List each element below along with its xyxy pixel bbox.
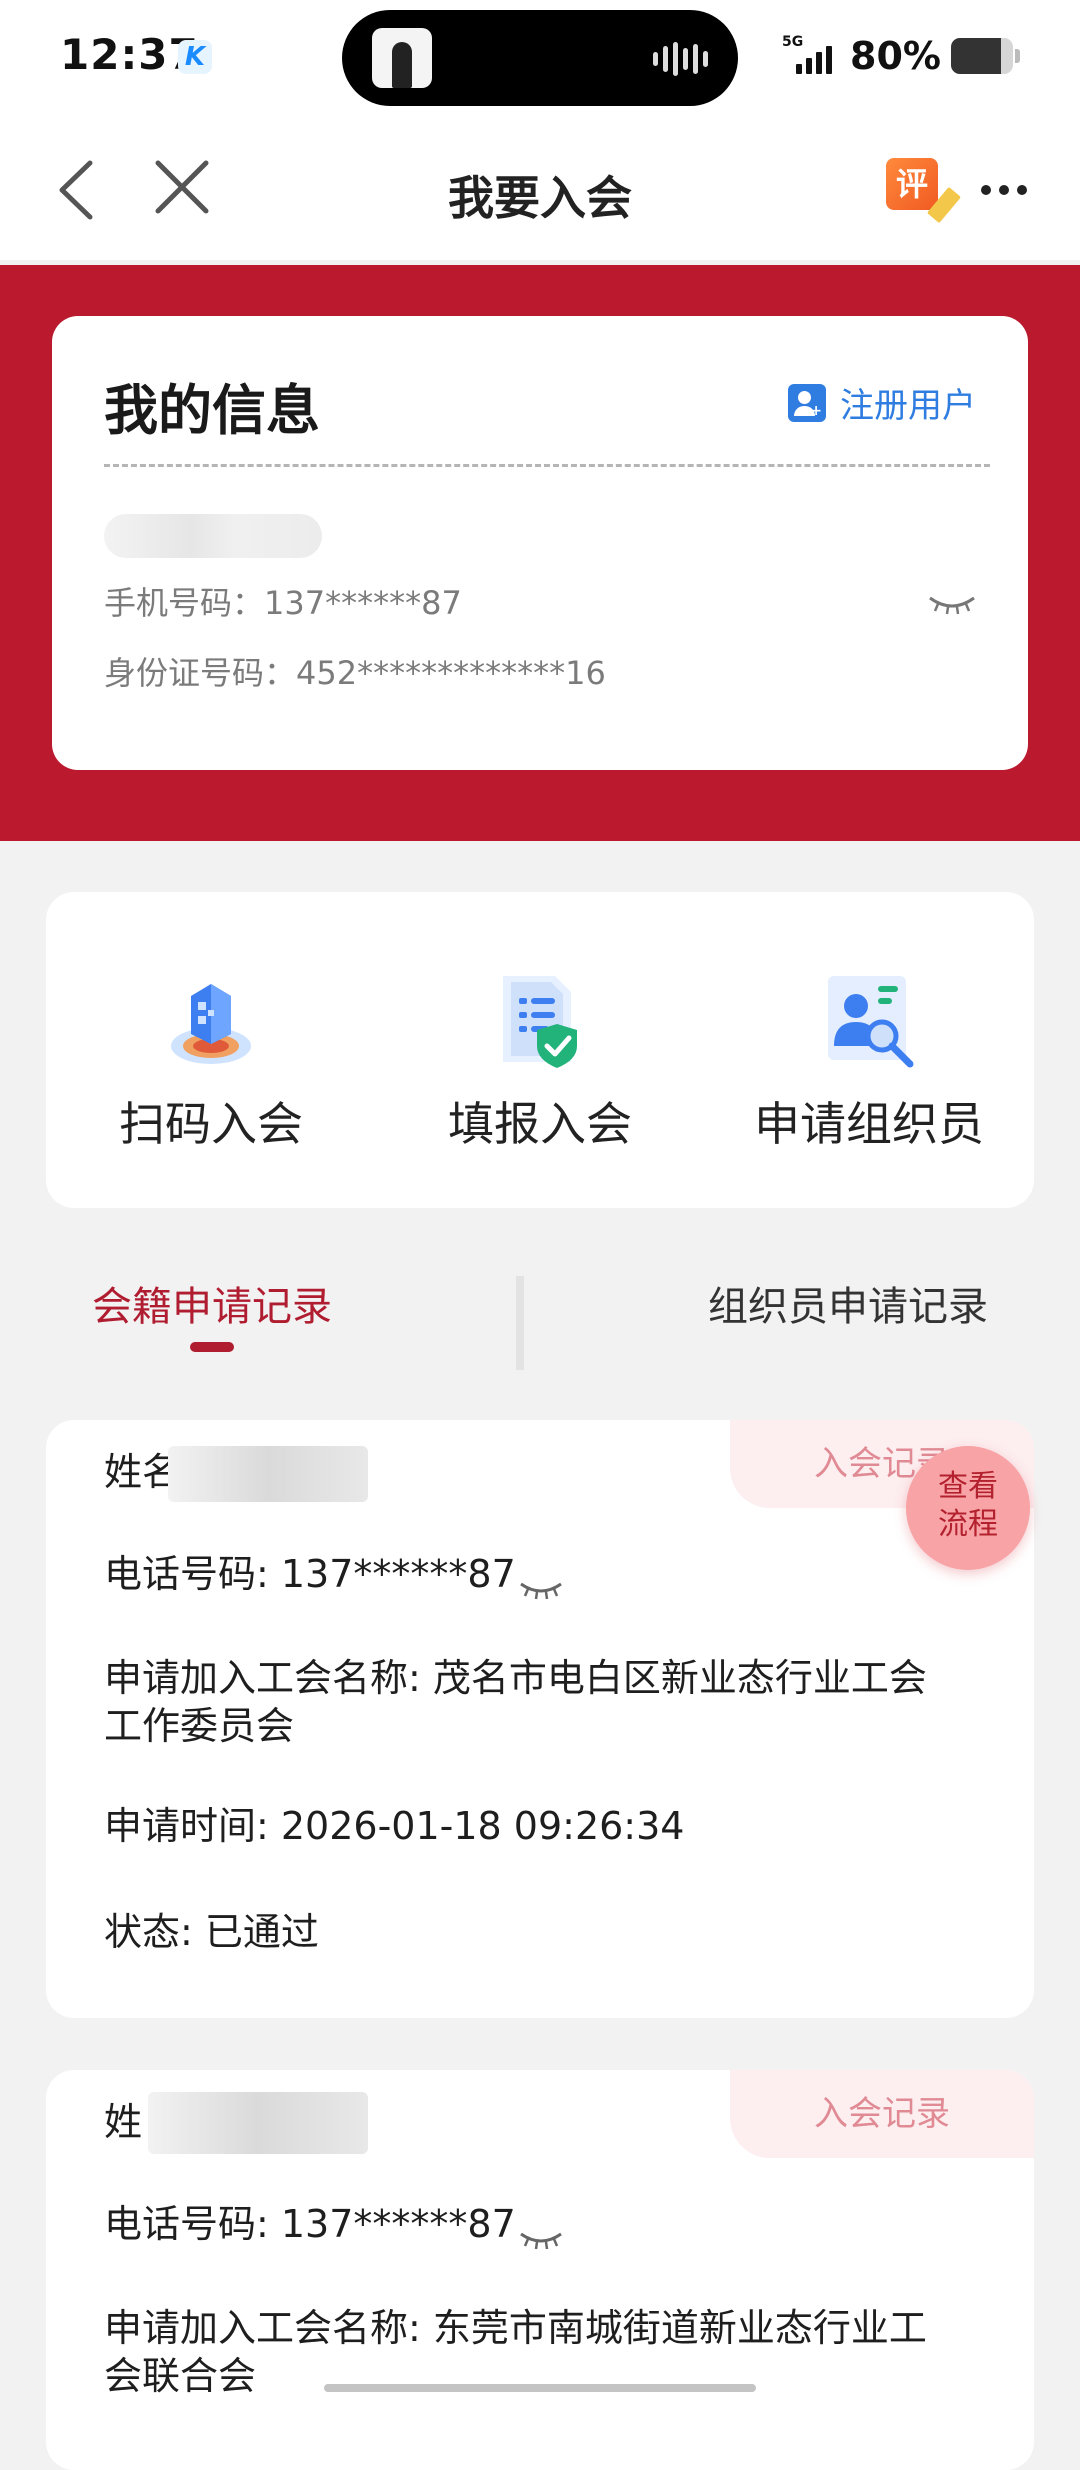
divider [104,464,990,467]
eye-closed-icon[interactable] [926,592,978,616]
my-info-title: 我的信息 [104,379,320,442]
app-notification-icon: K [178,40,212,74]
review-icon[interactable]: 评 [886,158,962,224]
tab-divider [516,1276,524,1370]
battery-percent: 80% [850,34,941,78]
masked-name [104,514,322,558]
dynamic-island[interactable] [342,10,738,106]
record-status: 状态: 已通过 [104,1910,319,1954]
organizer-search-icon [814,966,924,1076]
action-label: 填报入会 [448,1097,632,1151]
scan-qr-icon [156,966,266,1076]
register-user-button[interactable]: + 注册用户 [788,378,976,427]
my-info-card: 我的信息 + 注册用户 手机号码：137******87 身份证号码：452**… [52,316,1028,770]
media-thumbnail [372,28,432,88]
battery-icon [951,38,1013,74]
nav-bar: 我要入会 评 [0,120,1080,260]
record-union-name: 申请加入工会名称: 茂名市电白区新业态行业工会 工作委员会 [104,1656,927,1748]
record-phone: 电话号码: 137******87 [104,1550,564,1599]
action-label: 扫码入会 [119,1097,303,1151]
status-indicators: 5G 80% [782,34,1020,78]
record-apply-time: 申请时间: 2026-01-18 09:26:34 [104,1804,685,1848]
tab-membership-records[interactable]: 会籍申请记录 [92,1274,332,1332]
eye-closed-icon[interactable] [518,2215,564,2249]
cellular-signal-icon: 5G [782,34,840,76]
record-tag: 入会记录 [730,2070,1034,2158]
apply-organizer-button[interactable]: 申请组织员 [704,966,1034,1166]
action-card: 扫码入会 填报入会 申请组织员 [46,892,1034,1208]
more-options-icon[interactable] [976,170,1036,210]
phone-number: 手机号码：137******87 [104,584,462,622]
status-bar: 12:37 K 5G 80% [0,0,1080,120]
home-indicator[interactable] [324,2384,756,2392]
fill-form-join-button[interactable]: 填报入会 [375,966,705,1166]
add-user-icon: + [788,383,826,422]
id-number: 身份证号码：452*************16 [104,654,606,692]
masked-name [148,2092,368,2154]
form-check-icon [485,966,595,1076]
tab-active-indicator [190,1342,234,1352]
view-process-button[interactable]: 查看 流程 [906,1446,1030,1570]
record-name: 姓 [104,2100,143,2144]
record-phone: 电话号码: 137******87 [104,2200,564,2249]
masked-name [168,1446,368,1502]
register-user-label: 注册用户 [840,386,976,426]
action-label: 申请组织员 [754,1097,984,1151]
scan-to-join-button[interactable]: 扫码入会 [46,966,376,1166]
record-tabs: 会籍申请记录 组织员申请记录 [0,1260,1080,1370]
record-card[interactable]: 入会记录 姓名: 电话号码: 137******87 申请加入工会名称: 茂名市… [46,1420,1034,2018]
record-card[interactable]: 入会记录 姓 电话号码: 137******87 申请加入工会名称: 东莞市南城… [46,2070,1034,2470]
eye-closed-icon[interactable] [518,1565,564,1599]
audio-wave-icon [653,42,708,76]
tab-organizer-records[interactable]: 组织员申请记录 [708,1274,988,1332]
